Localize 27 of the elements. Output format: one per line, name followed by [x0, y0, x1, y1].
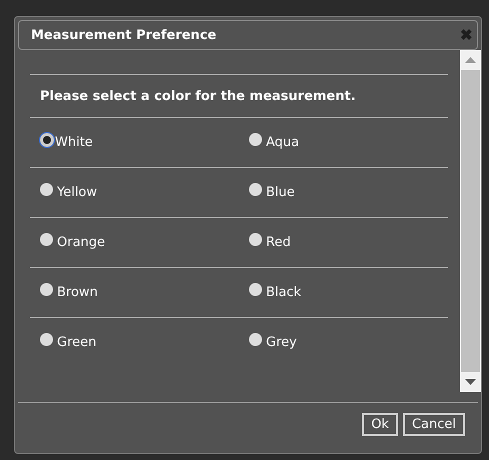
scroll-thumb[interactable]	[461, 70, 480, 372]
option-label[interactable]: Red	[266, 235, 291, 250]
radio-button[interactable]	[40, 183, 53, 196]
radio-button[interactable]	[40, 283, 53, 296]
cancel-button[interactable]: Cancel	[402, 413, 465, 436]
radio-button[interactable]	[249, 233, 262, 246]
option-label[interactable]: Yellow	[57, 185, 98, 200]
option-label[interactable]: Aqua	[266, 135, 300, 150]
option-label[interactable]: White	[55, 135, 93, 150]
radio-button[interactable]	[40, 132, 54, 146]
radio-button[interactable]	[249, 333, 262, 346]
option-label[interactable]: Green	[57, 335, 96, 350]
radio-button[interactable]	[40, 233, 53, 246]
radio-button[interactable]	[249, 183, 262, 196]
prompt-text: Please select a color for the measurement.	[39, 88, 357, 106]
option-label[interactable]: Orange	[57, 235, 106, 250]
dialog-title: Measurement Preference	[31, 28, 216, 42]
radio-button[interactable]	[40, 333, 53, 346]
radio-button[interactable]	[249, 283, 262, 296]
option-label[interactable]: Brown	[57, 285, 98, 300]
option-label[interactable]: Grey	[266, 335, 297, 350]
scroll-down-icon[interactable]	[465, 379, 476, 385]
option-label[interactable]: Black	[266, 285, 302, 300]
ok-button[interactable]: Ok	[362, 413, 398, 436]
scrollbar[interactable]	[460, 50, 481, 392]
radio-button[interactable]	[249, 133, 262, 146]
option-label[interactable]: Blue	[266, 185, 295, 200]
